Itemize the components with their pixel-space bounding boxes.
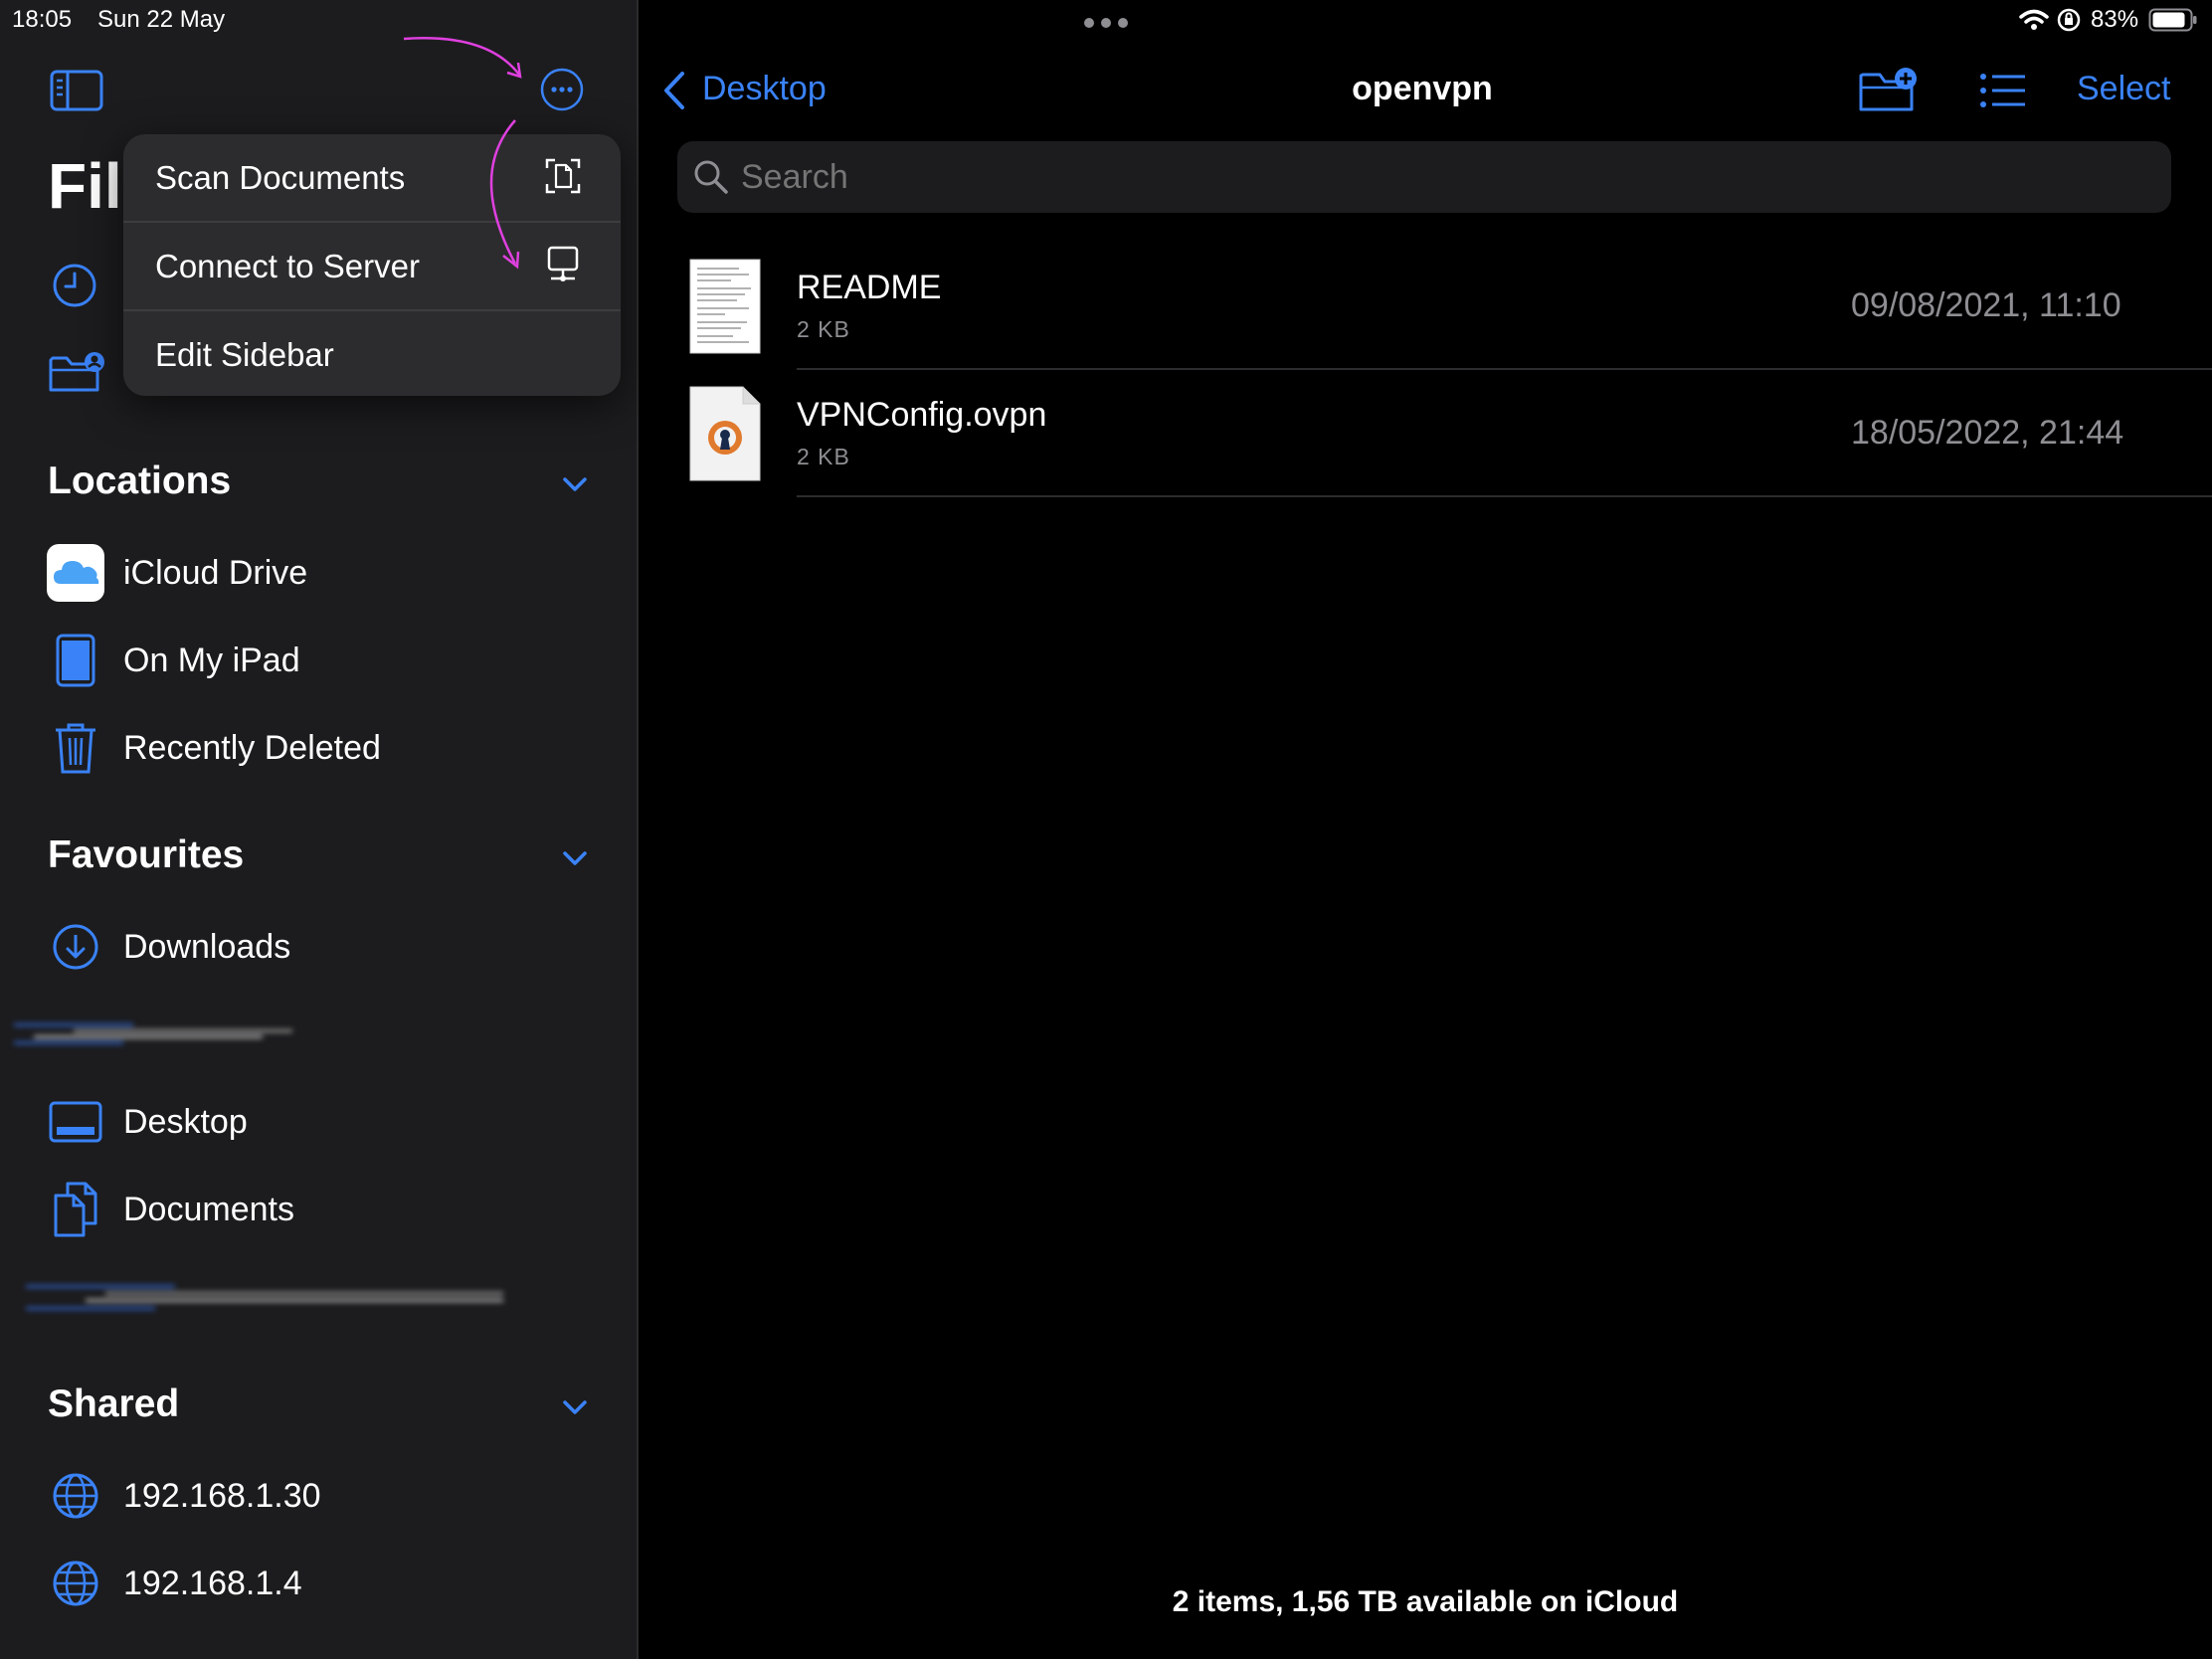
menu-item-label: Scan Documents [155, 158, 406, 196]
annotation-arrows [403, 37, 522, 270]
download-icon [46, 917, 105, 977]
sidebar-item-label: 192.168.1.4 [123, 1564, 302, 1602]
list-view-icon[interactable] [1979, 72, 2027, 109]
page-title: openvpn [1352, 70, 1493, 107]
back-button[interactable]: Desktop [702, 70, 827, 108]
redacted-sidebar-item [14, 1021, 292, 1047]
file-size: 2 KB [797, 316, 850, 342]
battery-icon [2148, 8, 2198, 32]
storage-summary: 2 items, 1,56 TB available on iCloud [1172, 1585, 1679, 1618]
row-separator [797, 368, 2212, 370]
chevron-down-icon[interactable] [560, 843, 590, 873]
sidebar-item-on-my-ipad[interactable]: On My iPad [46, 626, 300, 695]
new-folder-icon[interactable] [1858, 64, 1920, 113]
orientation-lock-icon [2057, 8, 2081, 32]
sidebar-item-label: 192.168.1.30 [123, 1476, 321, 1515]
multitasking-dots-icon[interactable] [1082, 16, 1130, 30]
globe-icon [46, 1554, 105, 1613]
section-title-shared: Shared [48, 1382, 180, 1425]
battery-percentage: 83% [2091, 6, 2139, 33]
status-time: 18:05 [12, 6, 73, 33]
sidebar-item-icloud-drive[interactable]: iCloud Drive [46, 538, 307, 608]
sidebar-item-label: On My iPad [123, 641, 300, 679]
sidebar-item-server-1[interactable]: 192.168.1.30 [46, 1461, 321, 1531]
shared-folder-icon[interactable] [48, 350, 105, 394]
text-document-icon [689, 259, 761, 354]
back-chevron-icon[interactable] [660, 70, 690, 111]
globe-icon [46, 1466, 105, 1526]
search-icon [693, 159, 729, 195]
trash-icon [46, 718, 105, 778]
sidebar-item-recently-deleted[interactable]: Recently Deleted [46, 713, 381, 783]
sidebar-item-documents[interactable]: Documents [46, 1175, 294, 1244]
documents-icon [46, 1180, 105, 1239]
wifi-icon [2019, 8, 2049, 32]
sidebar-item-label: Recently Deleted [123, 728, 381, 767]
menu-item-label: Connect to Server [155, 247, 420, 284]
redacted-sidebar-item [26, 1283, 503, 1313]
desktop-icon [46, 1092, 105, 1152]
scan-document-icon [543, 156, 583, 196]
file-date: 09/08/2021, 11:10 [1851, 286, 2121, 324]
list-item[interactable]: README 2 KB 09/08/2021, 11:10 [677, 249, 2212, 368]
row-separator [797, 495, 2212, 497]
chevron-down-icon[interactable] [560, 469, 590, 499]
sidebar-item-label: iCloud Drive [123, 553, 308, 592]
chevron-down-icon[interactable] [560, 1392, 590, 1422]
menu-item-edit-sidebar[interactable]: Edit Sidebar [123, 311, 621, 396]
openvpn-file-icon [689, 386, 761, 481]
server-icon [543, 245, 583, 284]
search-input[interactable] [739, 153, 2135, 201]
sidebar-item-server-2[interactable]: 192.168.1.4 [46, 1549, 302, 1618]
section-title-locations: Locations [48, 460, 232, 502]
list-item[interactable]: VPNConfig.ovpn 2 KB 18/05/2022, 21:44 [677, 376, 2212, 495]
sidebar-item-label: Desktop [123, 1102, 248, 1141]
sidebar-item-label: Downloads [123, 927, 291, 966]
file-name: README [797, 269, 942, 306]
sidebar-item-downloads[interactable]: Downloads [46, 912, 290, 982]
status-date: Sun 22 May [97, 6, 226, 33]
recents-icon[interactable] [52, 263, 97, 308]
sidebar-toggle-icon[interactable] [50, 70, 103, 111]
file-size: 2 KB [797, 444, 850, 469]
select-button[interactable]: Select [2077, 70, 2171, 108]
sidebar-item-label: Documents [123, 1190, 294, 1228]
icloud-drive-icon [46, 543, 105, 603]
section-title-favourites: Favourites [48, 833, 245, 876]
file-name: VPNConfig.ovpn [797, 396, 1047, 434]
sidebar-item-desktop[interactable]: Desktop [46, 1087, 248, 1157]
split-divider[interactable] [637, 0, 639, 1659]
file-date: 18/05/2022, 21:44 [1851, 414, 2124, 452]
menu-item-label: Edit Sidebar [155, 335, 334, 373]
search-field[interactable] [677, 141, 2171, 213]
ipad-icon [46, 631, 105, 690]
